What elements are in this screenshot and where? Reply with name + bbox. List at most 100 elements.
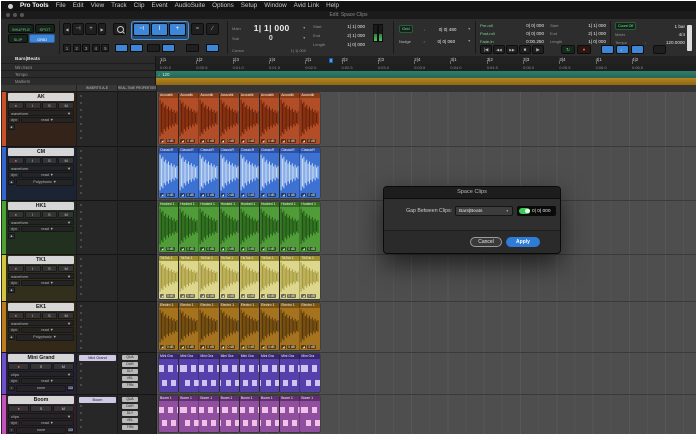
clip-gain-value[interactable]: 0 dB	[166, 294, 175, 299]
clip-boom-3[interactable]: Boom 1	[199, 396, 218, 432]
rtp-trn[interactable]: TRN	[122, 383, 138, 388]
elastic-audio-icon[interactable]: ▲	[8, 179, 15, 185]
clip-gain-value[interactable]: 0 dB	[247, 345, 256, 350]
clip-gain-value[interactable]: 0 dB	[166, 193, 175, 198]
insert-plugin-boom[interactable]: Boom	[79, 397, 116, 403]
mute-button[interactable]: M	[58, 102, 74, 109]
clip-mini-grand-6[interactable]: Mini Gra	[260, 354, 279, 392]
sub-counter-dropdown-icon[interactable]: ▼	[303, 36, 306, 40]
patch-select-button[interactable]: none	[16, 427, 66, 434]
clip-gain-value[interactable]: 0 dB	[247, 294, 256, 299]
ruler-label-markers[interactable]: Markers	[1, 78, 155, 85]
rtp-trn[interactable]: TRN	[122, 425, 138, 430]
rtp-dur[interactable]: DUR	[122, 362, 138, 367]
clip-gain-icon[interactable]: ◢	[221, 139, 225, 144]
menu-event[interactable]: Event	[152, 1, 168, 11]
automation-mode-selector[interactable]: read ▼	[21, 378, 74, 384]
nudge-label[interactable]: Nudge	[399, 39, 411, 44]
trim-nudge-right-icon[interactable]: ▶	[98, 23, 106, 35]
clip-gain-icon[interactable]: ◢	[200, 139, 204, 144]
elastic-audio-icon[interactable]: ▲	[8, 233, 15, 239]
clip-gain-icon[interactable]: ◢	[180, 139, 184, 144]
dyn-button[interactable]: dyn	[8, 327, 20, 333]
smart-tool-group[interactable]: ⊣ I +	[131, 21, 189, 40]
nudge-dropdown-icon[interactable]: ▼	[468, 39, 471, 43]
clip-tk1-3[interactable]: TikTok 1◢0 dB	[199, 256, 218, 299]
clip-ek1-8[interactable]: Electro 1◢0 dB	[300, 303, 319, 350]
clip-cm-7[interactable]: ClassicR◢0 dB	[280, 148, 299, 198]
clip-gain-icon[interactable]: ◢	[221, 193, 225, 198]
zoom-midi-button[interactable]	[162, 44, 175, 52]
clip-hk1-2[interactable]: Hooked 1◢0 dB	[179, 202, 198, 252]
automation-mode-selector[interactable]: read ▼	[21, 172, 74, 178]
automation-mode-selector[interactable]: read ▼	[21, 226, 74, 232]
clip-gain-value[interactable]: 0 dB	[227, 193, 236, 198]
clip-ak-5[interactable]: Acoustik◢0 dB	[240, 93, 259, 144]
count-off-value[interactable]: 1 bar	[675, 24, 685, 29]
track-name-cm[interactable]: CM	[8, 148, 74, 156]
mute-button[interactable]: M	[58, 265, 74, 272]
clip-boom-6[interactable]: Boom 1	[260, 396, 279, 432]
gap-units-select[interactable]: Bars|Beats ▼	[455, 206, 513, 216]
clip-gain-icon[interactable]: ◢	[160, 139, 164, 144]
clip-cm-5[interactable]: ClassicR◢0 dB	[240, 148, 259, 198]
edit-canvas[interactable]: Acoustik◢0 dBAcoustik◢0 dBAcoustik◢0 dBA…	[156, 92, 696, 434]
markers-ruler[interactable]	[156, 78, 696, 85]
clip-gain-icon[interactable]: ◢	[241, 345, 245, 350]
clip-gain-icon[interactable]: ◢	[160, 345, 164, 350]
clip-gain-icon[interactable]: ◢	[160, 247, 164, 252]
smart-grabber-icon[interactable]: +	[169, 23, 186, 36]
dyn-button[interactable]: dyn	[8, 378, 20, 384]
clip-gain-value[interactable]: 0 dB	[247, 247, 256, 252]
clip-ek1-4[interactable]: Electro 1◢0 dB	[220, 303, 239, 350]
automation-mode-selector[interactable]: read ▼	[21, 117, 74, 123]
record-enable-button[interactable]: ●	[8, 102, 24, 109]
clip-gain-value[interactable]: 0 dB	[287, 345, 296, 350]
rtp-qua[interactable]: QUA	[122, 397, 138, 402]
pre-roll-label[interactable]: Pre-roll	[480, 23, 493, 28]
metronome-button[interactable]: ♩	[616, 45, 629, 54]
transport-end-value[interactable]: 2| 1| 000	[588, 31, 606, 36]
clip-boom-1[interactable]: Boom 1	[159, 396, 178, 432]
clip-gain-icon[interactable]: ◢	[241, 294, 245, 299]
clip-ak-7[interactable]: Acoustik◢0 dB	[280, 93, 299, 144]
clip-tk1-6[interactable]: TikTok 1◢0 dB	[260, 256, 279, 299]
solo-button[interactable]: S	[42, 265, 58, 272]
clip-gain-icon[interactable]: ◢	[160, 193, 164, 198]
record-button[interactable]: ●	[577, 45, 591, 54]
clip-gain-value[interactable]: 0 dB	[206, 345, 215, 350]
clip-gain-icon[interactable]: ◢	[180, 247, 184, 252]
rtp-vel[interactable]: VEL	[122, 418, 138, 423]
record-enable-button[interactable]: ●	[8, 405, 29, 412]
transport-length-value[interactable]: 1| 0| 000	[588, 39, 606, 44]
menu-file[interactable]: File	[56, 1, 66, 11]
clip-gain-value[interactable]: 0 dB	[186, 193, 195, 198]
zoom-toggle-button[interactable]	[186, 44, 199, 52]
menu-avid-link[interactable]: Avid Link	[294, 1, 319, 11]
smart-trim-icon[interactable]: ⊣	[133, 23, 150, 36]
clip-gain-icon[interactable]: ◢	[281, 294, 285, 299]
tempo-event[interactable]: ♩120	[158, 72, 169, 77]
menu-edit[interactable]: Edit	[73, 1, 84, 11]
wait-for-note-button[interactable]	[601, 45, 614, 54]
menu-options[interactable]: Options	[212, 1, 234, 11]
clip-tk1-8[interactable]: TikTok 1◢0 dB	[300, 256, 319, 299]
clip-gain-icon[interactable]: ◢	[281, 193, 285, 198]
transport-start-value[interactable]: 1| 1| 000	[588, 23, 606, 28]
midi-merge-button[interactable]	[631, 45, 644, 54]
clip-cm-3[interactable]: ClassicR◢0 dB	[199, 148, 218, 198]
dyn-button[interactable]: dyn	[8, 117, 20, 123]
clip-gain-value[interactable]: 0 dB	[227, 247, 236, 252]
clip-gain-icon[interactable]: ◢	[200, 247, 204, 252]
elastic-audio-selector[interactable]: Polyphonic ▼	[16, 179, 74, 186]
clip-tk1-4[interactable]: TikTok 1◢0 dB	[220, 256, 239, 299]
clip-hk1-6[interactable]: Hooked 1◢0 dB	[260, 202, 279, 252]
clip-gain-icon[interactable]: ◢	[301, 294, 305, 299]
tempo-value[interactable]: 120.0000	[666, 40, 685, 45]
scrub-tool-icon[interactable]: ≈	[191, 23, 204, 35]
trim-nudge-left-icon[interactable]: ◀	[63, 23, 71, 35]
track-name-ek1[interactable]: EK1	[8, 303, 74, 311]
menu-window[interactable]: Window	[264, 1, 286, 11]
automation-mode-selector[interactable]: read ▼	[21, 420, 74, 426]
mode-spot-button[interactable]: SPOT	[35, 24, 55, 33]
